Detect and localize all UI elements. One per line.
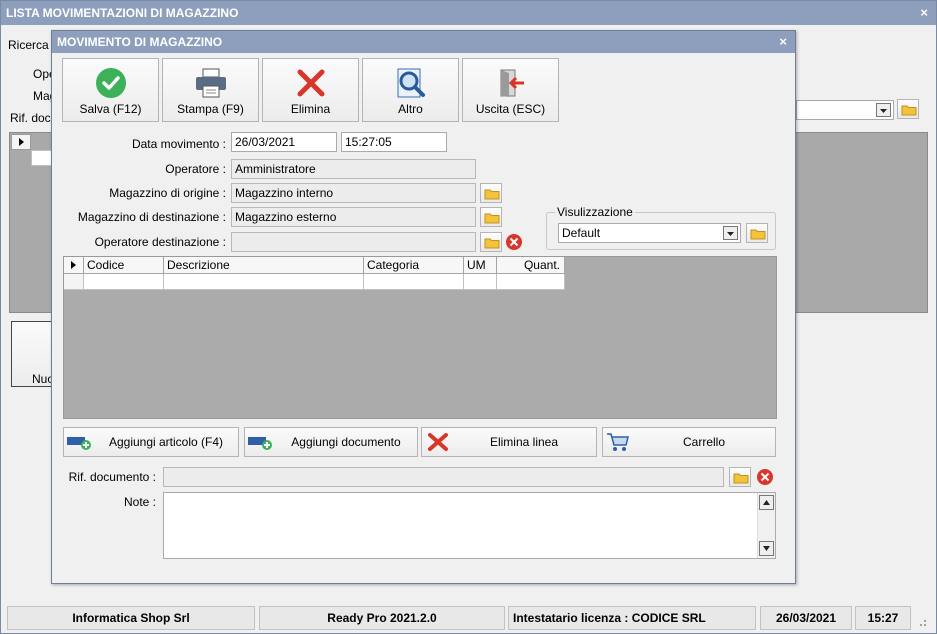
add-document-icon xyxy=(248,437,272,450)
check-icon xyxy=(95,67,127,102)
status-license: Intestatario licenza : CODICE SRL xyxy=(508,606,756,630)
column-header-descrizione[interactable]: Descrizione xyxy=(164,257,364,274)
rif-documento-clear-button[interactable] xyxy=(755,467,775,487)
clear-x-icon xyxy=(506,234,522,250)
altro-label: Altro xyxy=(398,102,423,116)
dialog-titlebar: MOVIMENTO DI MAGAZZINO × xyxy=(52,31,795,53)
visualizzazione-group: Visulizzazione Default xyxy=(546,205,776,250)
nuovo-button[interactable]: Nuo xyxy=(11,321,55,387)
rif-documento-label: Rif. documento : xyxy=(68,470,156,484)
column-header-um[interactable]: UM xyxy=(464,257,497,274)
ricerca-label: Ricerca ( xyxy=(8,38,57,52)
clear-x-icon xyxy=(757,469,773,485)
scroll-up-icon[interactable] xyxy=(759,495,774,510)
operatore-destinazione-label: Operatore destinazione : xyxy=(94,235,226,249)
magazzino-origine-folder-button[interactable] xyxy=(480,183,502,203)
grid-row-indicator xyxy=(64,274,84,290)
data-movimento-label: Data movimento : xyxy=(131,137,226,151)
aggiungi-articolo-button[interactable]: Aggiungi articolo (F4) xyxy=(63,427,239,457)
status-time: 15:27 xyxy=(855,606,911,630)
magazzino-origine-field[interactable]: Magazzino interno xyxy=(231,183,476,203)
main-title: LISTA MOVIMENTAZIONI DI MAGAZZINO xyxy=(6,6,239,20)
column-header-categoria[interactable]: Categoria xyxy=(364,257,464,274)
status-date: 26/03/2021 xyxy=(760,606,852,630)
operatore-field[interactable]: Amministratore xyxy=(231,159,476,179)
magazzino-destinazione-folder-button[interactable] xyxy=(480,207,502,227)
operatore-label: Operatore : xyxy=(165,162,226,176)
grid-row-indicator xyxy=(11,134,31,150)
operatore-destinazione-clear-button[interactable] xyxy=(504,232,524,252)
grid-header-indicator xyxy=(64,257,84,274)
main-titlebar: LISTA MOVIMENTAZIONI DI MAGAZZINO × xyxy=(1,1,936,25)
note-scrollbar[interactable] xyxy=(757,493,775,558)
items-grid[interactable]: Codice Descrizione Categoria UM Quant. xyxy=(63,256,777,419)
visualizzazione-selected: Default xyxy=(562,226,601,240)
search-document-icon xyxy=(395,67,427,102)
magazzino-destinazione-label: Magazzino di destinazione : xyxy=(77,210,226,224)
dialog-title: MOVIMENTO DI MAGAZZINO xyxy=(57,35,223,49)
stampa-label: Stampa (F9) xyxy=(177,102,244,116)
main-folder-button[interactable] xyxy=(897,99,919,119)
main-filter-select[interactable] xyxy=(796,100,894,120)
note-textarea[interactable] xyxy=(163,492,776,559)
scroll-down-icon[interactable] xyxy=(759,541,774,556)
ora-movimento-field[interactable]: 15:27:05 xyxy=(341,132,447,152)
folder-icon xyxy=(484,189,500,200)
grid-cell-codice[interactable] xyxy=(84,274,164,290)
delete-x-icon xyxy=(295,67,327,102)
salva-label: Salva (F12) xyxy=(79,102,142,116)
resize-grip-icon[interactable] xyxy=(914,614,928,628)
visualizzazione-select[interactable]: Default xyxy=(558,223,741,243)
uscita-button[interactable]: Uscita (ESC) xyxy=(462,58,559,122)
status-product: Ready Pro 2021.2.0 xyxy=(259,606,505,630)
magazzino-origine-label: Magazzino di origine : xyxy=(109,186,226,200)
uscita-label: Uscita (ESC) xyxy=(475,102,546,116)
operatore-destinazione-field[interactable] xyxy=(231,232,476,252)
stampa-button[interactable]: Stampa (F9) xyxy=(162,58,259,122)
printer-icon xyxy=(194,67,228,102)
note-label: Note : xyxy=(123,495,156,509)
chevron-down-icon[interactable] xyxy=(723,226,738,240)
elimina-label: Elimina xyxy=(290,102,331,116)
add-item-icon xyxy=(67,437,91,450)
rif-documento-field[interactable] xyxy=(163,467,724,487)
operatore-destinazione-folder-button[interactable] xyxy=(480,232,502,252)
carrello-button[interactable]: Carrello xyxy=(602,427,776,457)
visualizzazione-label: Visulizzazione xyxy=(555,205,635,219)
folder-icon xyxy=(484,213,500,224)
magazzino-destinazione-field[interactable]: Magazzino esterno xyxy=(231,207,476,227)
chevron-down-icon[interactable] xyxy=(876,103,891,117)
status-company: Informatica Shop Srl xyxy=(7,606,255,630)
elimina-linea-label: Elimina linea xyxy=(489,435,559,449)
rif-documento-folder-button[interactable] xyxy=(729,467,751,487)
column-header-codice[interactable]: Codice xyxy=(84,257,164,274)
visualizzazione-folder-button[interactable] xyxy=(746,223,768,243)
aggiungi-documento-button[interactable]: Aggiungi documento xyxy=(244,427,418,457)
grid-cell-categoria[interactable] xyxy=(364,274,464,290)
elimina-linea-button[interactable]: Elimina linea xyxy=(421,427,597,457)
folder-icon xyxy=(733,473,749,484)
folder-icon xyxy=(750,229,766,240)
grid-cell-quant[interactable] xyxy=(497,274,565,290)
main-close-icon[interactable]: × xyxy=(920,1,928,25)
carrello-label: Carrello xyxy=(682,435,725,449)
grid-cell-descrizione[interactable] xyxy=(164,274,364,290)
grid-cell-um[interactable] xyxy=(464,274,497,290)
salva-button[interactable]: Salva (F12) xyxy=(62,58,159,122)
elimina-button[interactable]: Elimina xyxy=(262,58,359,122)
exit-door-icon xyxy=(495,67,527,102)
aggiungi-articolo-label: Aggiungi articolo (F4) xyxy=(108,435,224,449)
folder-icon xyxy=(484,238,500,249)
folder-icon xyxy=(901,105,917,116)
altro-button[interactable]: Altro xyxy=(362,58,459,122)
aggiungi-documento-label: Aggiungi documento xyxy=(291,435,401,449)
movimento-dialog: MOVIMENTO DI MAGAZZINO × Salva (F12) Sta… xyxy=(51,30,796,584)
delete-x-icon xyxy=(428,433,448,451)
column-header-quant[interactable]: Quant. xyxy=(497,257,565,274)
dialog-close-icon[interactable]: × xyxy=(779,31,787,53)
data-movimento-field[interactable]: 26/03/2021 xyxy=(231,132,337,152)
cart-icon xyxy=(607,433,629,451)
